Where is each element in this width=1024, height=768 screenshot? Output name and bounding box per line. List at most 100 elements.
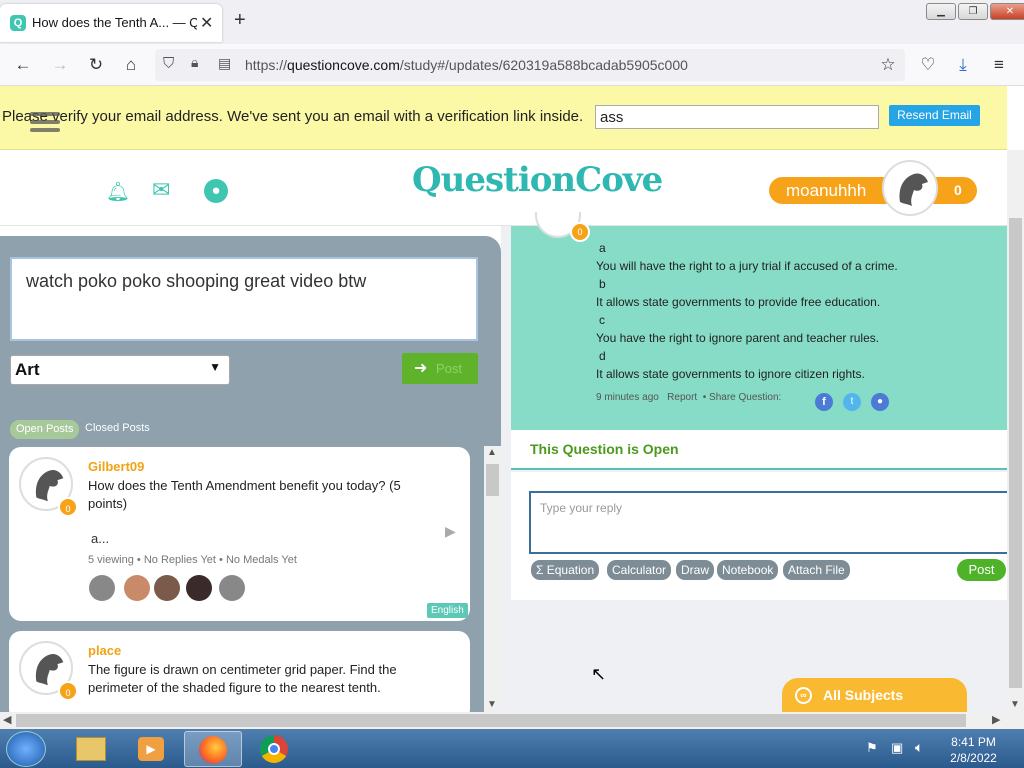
scrollbar-thumb[interactable] [16,714,966,727]
attach-file-button[interactable]: Attach File [783,560,850,580]
scroll-down-icon[interactable]: ▼ [1010,699,1020,710]
menu-icon[interactable]: ≡ [989,55,1009,75]
close-tab-icon[interactable]: ✕ [200,13,213,33]
chevron-down-icon: ▼ [209,360,221,374]
home-icon[interactable]: ⌂ [121,55,141,75]
url-text[interactable]: https://questioncove.com/study#/updates/… [245,57,688,73]
viewer-avatar[interactable] [186,575,212,601]
page-scrollbar[interactable]: ▼ [1007,150,1024,712]
tab-closed-posts[interactable]: Closed Posts [85,422,150,434]
left-scrollbar[interactable]: ▲ ▼ [484,446,501,712]
scroll-up-icon[interactable]: ▲ [487,447,497,458]
file-explorer-taskbar-icon[interactable] [62,731,120,767]
chrome-taskbar-icon[interactable] [246,731,304,767]
user-badge: 0 [58,497,78,517]
minimize-window-button[interactable]: ▁ [926,3,956,20]
option-text: You will have the right to a jury trial … [596,259,898,273]
firefox-taskbar-icon[interactable] [184,731,242,767]
reload-icon[interactable]: ↻ [86,55,106,75]
questioncove-favicon-icon: Q [10,15,26,31]
pocket-icon[interactable]: ♡ [918,55,938,75]
question-status: This Question is Open [530,441,679,457]
calculator-button[interactable]: Calculator [607,560,672,580]
action-center-icon[interactable]: ⚑ [866,740,878,756]
viewer-avatar[interactable] [219,575,245,601]
scrollbar-thumb[interactable] [1009,218,1022,688]
close-window-button[interactable]: ✕ [990,3,1024,20]
reply-post-button[interactable]: Post [957,559,1006,581]
back-icon[interactable]: ← [13,55,33,75]
verify-message: Please verify your email address. We've … [2,108,584,125]
bookmark-star-icon[interactable]: ☆ [878,55,898,75]
post-author[interactable]: Gilbert09 [88,459,144,474]
subject-select[interactable]: Art ▼ [10,355,230,385]
notebook-button[interactable]: Notebook [717,560,779,580]
post-card[interactable]: 0 place The figure is drawn on centimete… [9,631,470,721]
page-permissions-icon[interactable]: ▤ [218,55,231,72]
reply-section: Type your reply Σ Equation Calculator Dr… [511,472,1007,600]
address-bar[interactable]: ⛉ 🔒︎ ▤ https://questioncove.com/study#/u… [155,49,905,81]
hamburger-menu-icon[interactable] [30,112,60,132]
post-author[interactable]: place [88,643,121,658]
username: moanuhhh [786,181,867,200]
notifications-bell-icon[interactable]: 🔔︎ [106,180,130,204]
windows-taskbar: ▶ ⚑ ▣ 🔈︎ 8:41 PM 2/8/2022 [0,729,1024,768]
profile-icon[interactable]: ● [204,179,228,203]
verify-email-banner: Please verify your email address. We've … [0,86,1007,150]
questioncove-logo[interactable]: QuestionCove [412,160,663,200]
post-button[interactable]: ➜ Post [402,353,478,384]
twitter-icon[interactable]: t [843,393,861,411]
scroll-down-icon[interactable]: ▼ [487,699,497,710]
scrollbar-thumb[interactable] [486,464,499,496]
viewer-avatar[interactable] [89,575,115,601]
user-avatar[interactable] [882,160,938,216]
all-subjects-button[interactable]: ∞ All Subjects [782,678,967,712]
tab-title: How does the Tenth A... — Que [32,15,197,30]
reply-input[interactable]: Type your reply [529,491,1007,554]
browser-nav-bar: ← → ↻ ⌂ ⛉ 🔒︎ ▤ https://questioncove.com/… [0,44,1024,86]
viewer-avatar[interactable] [154,575,180,601]
clock-date: 2/8/2022 [950,751,997,765]
option-letter: d [599,349,606,363]
browser-tab[interactable]: Q How does the Tenth A... — Que ✕ [0,4,222,42]
facebook-icon[interactable]: f [815,393,833,411]
share-user-icon[interactable]: ● [871,393,889,411]
forward-icon[interactable]: → [50,55,70,75]
start-button[interactable] [6,731,46,767]
lock-icon[interactable]: 🔒︎ [191,54,198,71]
clock[interactable]: 8:41 PM 2/8/2022 [936,734,1011,766]
horizontal-scrollbar[interactable]: ◀ ▶ [0,712,1024,729]
equation-button[interactable]: Σ Equation [531,560,600,580]
left-panel: watch poko poko shooping great video btw… [0,236,501,721]
question-status-bar: This Question is Open [511,430,1007,470]
scroll-right-icon[interactable]: ▶ [992,713,1000,726]
scroll-left-icon[interactable]: ◀ [3,713,11,726]
viewer-avatar[interactable] [124,575,150,601]
new-post-textarea[interactable]: watch poko poko shooping great video btw [10,257,478,341]
post-meta: 5 viewing • No Replies Yet • No Medals Y… [88,554,297,566]
messages-envelope-icon[interactable]: ✉ [152,179,170,201]
question-panel: 0 a You will have the right to a jury tr… [511,212,1007,430]
post-card[interactable]: 0 Gilbert09 How does the Tenth Amendment… [9,447,470,621]
report-link[interactable]: Report [667,392,697,403]
user-badge: 0 [570,222,590,242]
post-question: How does the Tenth Amendment benefit you… [88,478,401,511]
email-field[interactable] [595,105,879,129]
tab-open-posts[interactable]: Open Posts [10,420,80,439]
draw-button[interactable]: Draw [676,560,715,580]
volume-icon[interactable]: 🔈︎ [915,739,923,756]
dolphin-avatar-icon [899,173,928,206]
question-time: 9 minutes ago [596,392,659,403]
network-icon[interactable]: ▣ [891,740,903,756]
new-tab-icon[interactable]: + [234,9,246,32]
downloads-icon[interactable]: ⤓ [953,55,973,75]
maximize-window-button[interactable]: ❐ [958,3,988,20]
media-player-taskbar-icon[interactable]: ▶ [122,731,180,767]
play-icon[interactable]: ▶ [445,523,456,540]
tracking-shield-icon[interactable]: ⛉ [163,55,174,72]
resend-email-button[interactable]: Resend Email [889,105,980,126]
user-pill[interactable]: moanuhhh 0 [769,177,977,204]
subject-value: Art [15,360,40,379]
post-button-label: Post [436,361,463,376]
option-text: It allows state governments to ignore ci… [596,367,865,381]
